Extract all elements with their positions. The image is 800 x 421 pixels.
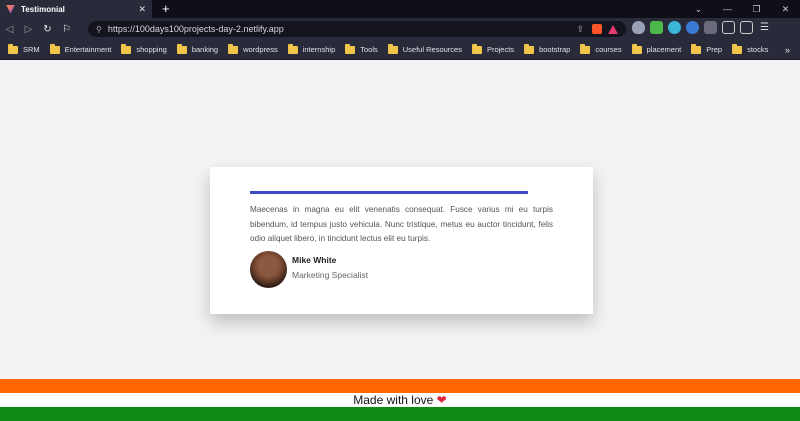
more-bookmarks-icon[interactable]: » — [785, 40, 790, 60]
site-info-icon[interactable]: ⚲ — [96, 25, 102, 34]
bookmark-label: Entertainment — [64, 45, 112, 54]
new-tab-button[interactable]: + — [162, 0, 170, 18]
extensions-area: ☰ — [632, 21, 771, 34]
bookmark-label: bootstrap — [539, 45, 571, 54]
footer: Made with love ❤ — [0, 379, 800, 421]
bookmark-folder[interactable]: bootstrap — [524, 43, 571, 54]
footer-label: Made with love — [353, 393, 434, 407]
bookmark-label: shopping — [136, 45, 167, 54]
author-name: Mike White — [292, 255, 337, 265]
bookmark-label: internship — [302, 45, 336, 54]
folder-icon — [524, 43, 535, 54]
brave-rewards-icon[interactable] — [608, 24, 618, 34]
folder-icon — [732, 43, 743, 54]
folder-icon — [471, 43, 482, 54]
folder-icon — [631, 43, 642, 54]
browser-tab[interactable]: Testimonial ✕ — [0, 0, 152, 18]
reload-icon[interactable]: ↻ — [38, 24, 57, 35]
url-text: https://100days100projects-day-2.netlify… — [107, 24, 284, 34]
sync-extension-icon[interactable] — [686, 21, 699, 34]
footer-text: Made with love ❤ — [0, 394, 800, 407]
sidebar-toggle-icon[interactable] — [722, 21, 735, 34]
bookmark-label: Useful Resources — [402, 45, 462, 54]
shield-extension-icon[interactable] — [632, 21, 645, 34]
bookmark-label: stocks — [747, 45, 769, 54]
back-icon[interactable]: ◁ — [0, 24, 19, 35]
react-devtools-icon[interactable] — [668, 21, 681, 34]
bookmark-folder[interactable]: Tools — [345, 43, 378, 54]
bookmark-folder[interactable]: banking — [176, 43, 219, 54]
bookmark-label: banking — [191, 45, 219, 54]
wallet-icon[interactable] — [740, 21, 753, 34]
folder-icon — [176, 43, 187, 54]
flag-saffron-band — [0, 379, 800, 393]
bookmark-folder[interactable]: shopping — [121, 43, 167, 54]
folder-icon — [580, 43, 591, 54]
accent-line — [250, 191, 528, 194]
grammar-extension-icon[interactable] — [650, 21, 663, 34]
folder-icon — [228, 43, 239, 54]
tab-title: Testimonial — [21, 4, 65, 14]
bookmarks-bar: SRM Entertainment shopping banking wordp… — [0, 40, 800, 60]
bookmark-icon[interactable]: ⚐ — [57, 24, 76, 35]
close-window-button[interactable]: ✕ — [771, 0, 800, 18]
bookmark-folder[interactable]: placement — [631, 43, 682, 54]
browser-toolbar: ◁ ▷ ↻ ⚐ ⚲ https://100days100projects-day… — [0, 18, 800, 40]
forward-icon[interactable]: ▷ — [19, 24, 38, 35]
testimonial-quote: Maecenas in magna eu elit venenatis cons… — [250, 205, 553, 243]
flag-green-band — [0, 407, 800, 421]
avatar — [250, 251, 287, 288]
bookmark-label: wordpress — [243, 45, 278, 54]
address-bar[interactable]: ⚲ https://100days100projects-day-2.netli… — [88, 21, 626, 37]
maximize-button[interactable]: ❐ — [742, 0, 771, 18]
bookmark-folder[interactable]: SRM — [8, 43, 40, 54]
bookmark-label: Tools — [360, 45, 378, 54]
folder-icon — [387, 43, 398, 54]
bookmark-folder[interactable]: Useful Resources — [387, 43, 462, 54]
share-icon[interactable]: ⇪ — [576, 24, 584, 35]
brave-shields-icon[interactable] — [592, 24, 602, 34]
bookmark-label: courses — [595, 45, 622, 54]
folder-icon — [49, 43, 60, 54]
author-role: Marketing Specialist — [292, 270, 369, 280]
bookmark-label: placement — [646, 45, 682, 54]
folder-icon — [691, 43, 702, 54]
bookmark-label: SRM — [23, 45, 40, 54]
heart-icon: ❤ — [436, 393, 447, 407]
bookmark-folder[interactable]: courses — [580, 43, 622, 54]
folder-icon — [345, 43, 356, 54]
bookmark-folder[interactable]: Prep — [691, 43, 723, 54]
tab-search-icon[interactable]: ⌄ — [684, 0, 713, 18]
site-favicon-icon — [6, 4, 15, 14]
bookmark-folder[interactable]: Entertainment — [49, 43, 112, 54]
folder-icon — [121, 43, 132, 54]
bookmark-folder[interactable]: stocks — [732, 43, 769, 54]
bookmark-label: Projects — [486, 45, 515, 54]
bookmark-folder[interactable]: internship — [287, 43, 336, 54]
bookmark-folder[interactable]: Projects — [471, 43, 515, 54]
puzzle-extensions-icon[interactable] — [704, 21, 717, 34]
title-bar: Testimonial ✕ + ⌄ — ❐ ✕ — [0, 0, 800, 18]
menu-icon[interactable]: ☰ — [758, 21, 771, 34]
tab-close-icon[interactable]: ✕ — [138, 4, 146, 15]
bookmark-folder[interactable]: wordpress — [228, 43, 278, 54]
minimize-button[interactable]: — — [713, 0, 742, 18]
folder-icon — [8, 43, 18, 54]
bookmark-label: Prep — [706, 45, 723, 54]
folder-icon — [287, 43, 298, 54]
window-controls: ⌄ — ❐ ✕ — [684, 0, 800, 18]
testimonial-card: Maecenas in magna eu elit venenatis cons… — [210, 167, 593, 314]
